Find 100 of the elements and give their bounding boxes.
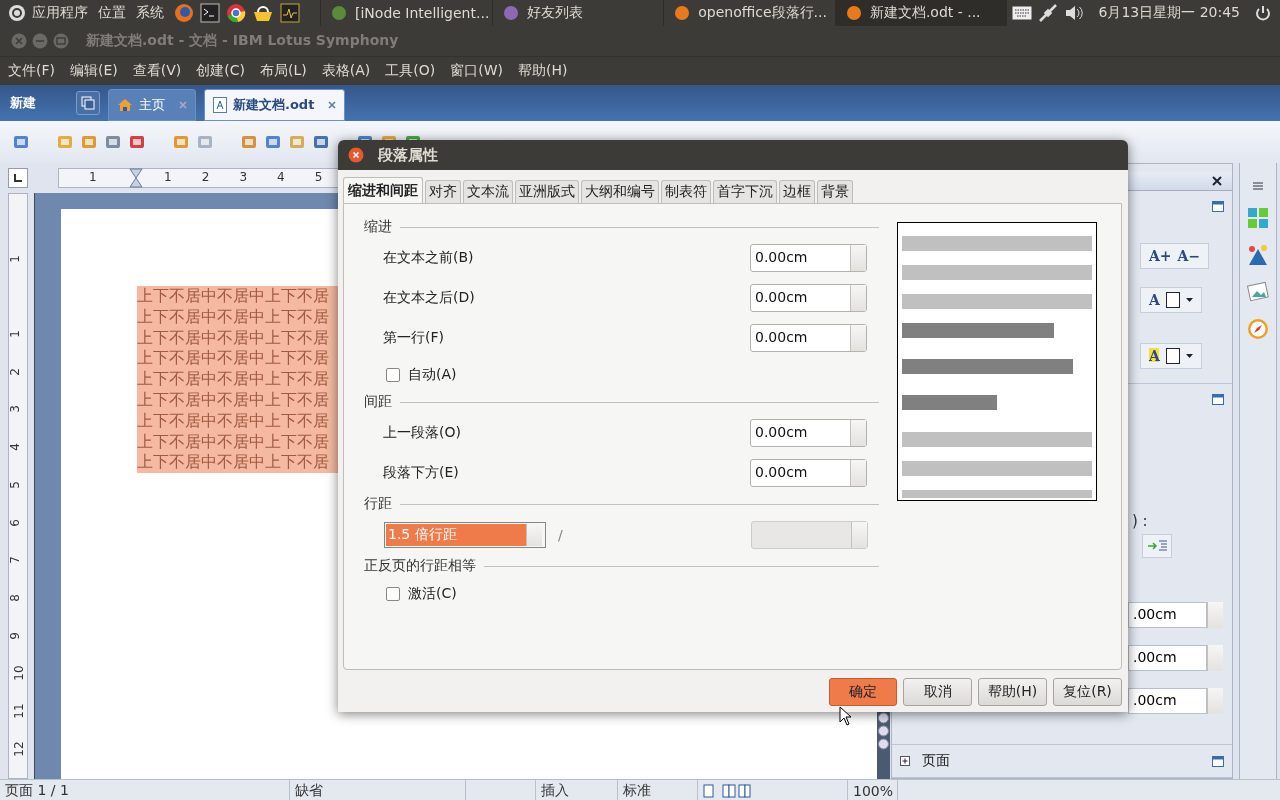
app-icon[interactable] bbox=[331, 5, 347, 21]
menu-item[interactable]: 布局(L) bbox=[260, 62, 307, 80]
dialog-button[interactable]: 确定 bbox=[829, 678, 897, 706]
field-label: 段落下方(E) bbox=[383, 464, 460, 482]
paragraph-style: 缺省 bbox=[290, 780, 466, 800]
panel-options-icon[interactable] bbox=[1212, 394, 1224, 405]
document-text-line: 上下不居中不居中上下不居 bbox=[137, 452, 329, 474]
spin-field[interactable]: 0.00cm bbox=[750, 244, 867, 272]
spin-field[interactable]: 0.00cm bbox=[750, 324, 867, 352]
dialog-tab[interactable]: 对齐 bbox=[425, 180, 461, 203]
panel-menu[interactable]: 系统 bbox=[136, 4, 164, 22]
field-label: 上一段落(O) bbox=[383, 424, 462, 442]
network-plug-icon[interactable] bbox=[1038, 3, 1059, 23]
dialog-tab[interactable]: 边框 bbox=[779, 180, 815, 203]
section-heading: 行距 bbox=[364, 495, 392, 513]
document-text-line: 上下不居中不居中上下不居 bbox=[137, 410, 329, 432]
basket-icon[interactable] bbox=[252, 3, 274, 23]
shrink-font-button[interactable]: A− bbox=[1177, 248, 1201, 264]
field-label: ) : bbox=[1132, 512, 1148, 530]
clock[interactable]: 6月13日星期一 20:45 bbox=[1098, 4, 1240, 22]
document-tab[interactable]: 主页 bbox=[108, 89, 196, 121]
cubes-icon[interactable] bbox=[1246, 206, 1270, 230]
close-icon[interactable] bbox=[1212, 176, 1222, 186]
tab-stop-button[interactable] bbox=[8, 168, 28, 188]
spin-field[interactable]: 0.00cm bbox=[750, 284, 867, 312]
field-label: 在文本之前(B) bbox=[383, 249, 475, 267]
color-swatch-icon[interactable] bbox=[1165, 292, 1180, 308]
checkbox-label[interactable]: 自动(A) bbox=[408, 365, 457, 384]
section-title[interactable]: 页面 bbox=[922, 752, 950, 770]
dialog-tab[interactable]: 背景 bbox=[817, 180, 853, 203]
document-text-line: 上下不居中不居中上下不居 bbox=[137, 431, 329, 453]
dialog-tab[interactable]: 缩进和间距 bbox=[343, 177, 423, 203]
ubuntu-logo-icon[interactable] bbox=[8, 4, 26, 22]
dialog-tab[interactable]: 亚洲版式 bbox=[515, 180, 579, 203]
mouse-pointer-icon bbox=[839, 706, 853, 726]
page-view-icon[interactable] bbox=[703, 784, 751, 798]
expand-icon[interactable] bbox=[900, 756, 910, 766]
font-color-button[interactable]: A bbox=[1149, 292, 1160, 308]
firefox-icon[interactable] bbox=[174, 3, 194, 23]
app-icon[interactable] bbox=[502, 5, 519, 21]
indent-icon[interactable] bbox=[1142, 534, 1172, 558]
dialog-button[interactable]: 取消 bbox=[903, 678, 972, 706]
monitor-icon[interactable] bbox=[280, 3, 300, 23]
document-text-line: 上下不居中不居中上下不居 bbox=[137, 327, 329, 349]
menu-item[interactable]: 工具(O) bbox=[385, 62, 436, 80]
app-icon[interactable] bbox=[845, 5, 862, 21]
section-heading: 缩进 bbox=[364, 218, 392, 236]
dialog-button[interactable]: 复位(R) bbox=[1053, 678, 1122, 706]
tab-stop-icon[interactable] bbox=[13, 173, 23, 183]
close-icon[interactable] bbox=[348, 147, 364, 163]
page-count: 页面 1 / 1 bbox=[0, 780, 290, 800]
power-icon[interactable] bbox=[1254, 4, 1272, 22]
dialog-tab[interactable]: 制表符 bbox=[661, 180, 711, 203]
clipart-icon[interactable] bbox=[1246, 243, 1270, 267]
menu-item[interactable]: 查看(V) bbox=[132, 62, 182, 80]
volume-icon[interactable] bbox=[1064, 4, 1085, 22]
app-icon[interactable] bbox=[674, 5, 691, 21]
menu-item[interactable]: 表格(A) bbox=[321, 62, 371, 80]
selection-mode: 标准 bbox=[618, 780, 698, 800]
dialog-title: 段落属性 bbox=[378, 145, 438, 165]
new-label[interactable]: 新建 bbox=[10, 94, 68, 112]
panel-menu[interactable]: 应用程序 bbox=[32, 4, 88, 22]
section-heading: 间距 bbox=[364, 393, 392, 411]
field-label: 第一行(F) bbox=[383, 329, 445, 347]
section-heading: 正反页的行距相等 bbox=[364, 557, 476, 575]
menu-icon[interactable] bbox=[1251, 181, 1265, 193]
indent-marker-icon[interactable] bbox=[129, 168, 143, 188]
color-swatch-icon[interactable] bbox=[1165, 348, 1180, 364]
menu-item[interactable]: 帮助(H) bbox=[517, 62, 568, 80]
menu-item[interactable]: 创建(C) bbox=[196, 62, 245, 80]
checkbox-label[interactable]: 激活(C) bbox=[408, 584, 457, 603]
checkbox[interactable] bbox=[386, 586, 400, 601]
panel-menu[interactable]: 位置 bbox=[98, 4, 126, 22]
menu-item[interactable]: 文件(F) bbox=[8, 62, 55, 80]
keyboard-icon[interactable] bbox=[1012, 6, 1033, 20]
document-text-line: 上下不居中不居中上下不居 bbox=[137, 306, 329, 328]
dialog-button[interactable]: 帮助(H) bbox=[978, 678, 1047, 706]
panel-options-icon[interactable] bbox=[1212, 201, 1224, 212]
terminal-icon[interactable] bbox=[200, 3, 220, 23]
grow-font-button[interactable]: A+ bbox=[1149, 248, 1172, 264]
compass-icon[interactable] bbox=[1246, 317, 1270, 341]
home-icon[interactable] bbox=[117, 97, 133, 113]
document-icon[interactable] bbox=[213, 97, 227, 113]
menu-item[interactable]: 编辑(E) bbox=[70, 62, 118, 80]
document-tab[interactable]: 新建文档.odt bbox=[204, 89, 346, 121]
chrome-icon[interactable] bbox=[226, 3, 246, 23]
dropdown-arrow-icon[interactable] bbox=[1185, 298, 1193, 302]
dropdown-arrow-icon[interactable] bbox=[1185, 354, 1193, 358]
vertical-ruler[interactable]: 1 1 2 3 4 5 6 7 8 9 10 11 12 bbox=[8, 193, 28, 779]
zoom-level[interactable]: 100% bbox=[848, 780, 898, 800]
panel-options-icon[interactable] bbox=[1212, 755, 1224, 767]
dialog-tab[interactable]: 文本流 bbox=[463, 180, 513, 203]
spin-field[interactable]: 0.00cm bbox=[750, 419, 867, 447]
insert-mode: 插入 bbox=[536, 780, 618, 800]
dialog-tab[interactable]: 首字下沉 bbox=[713, 180, 777, 203]
checkbox[interactable] bbox=[386, 367, 400, 382]
taskbar-item[interactable]: 新建文档.odt - ... bbox=[834, 0, 1007, 26]
dialog-tab[interactable]: 大纲和编号 bbox=[581, 180, 659, 203]
spin-field[interactable]: 0.00cm bbox=[750, 459, 867, 487]
menu-item[interactable]: 窗口(W) bbox=[450, 62, 503, 80]
